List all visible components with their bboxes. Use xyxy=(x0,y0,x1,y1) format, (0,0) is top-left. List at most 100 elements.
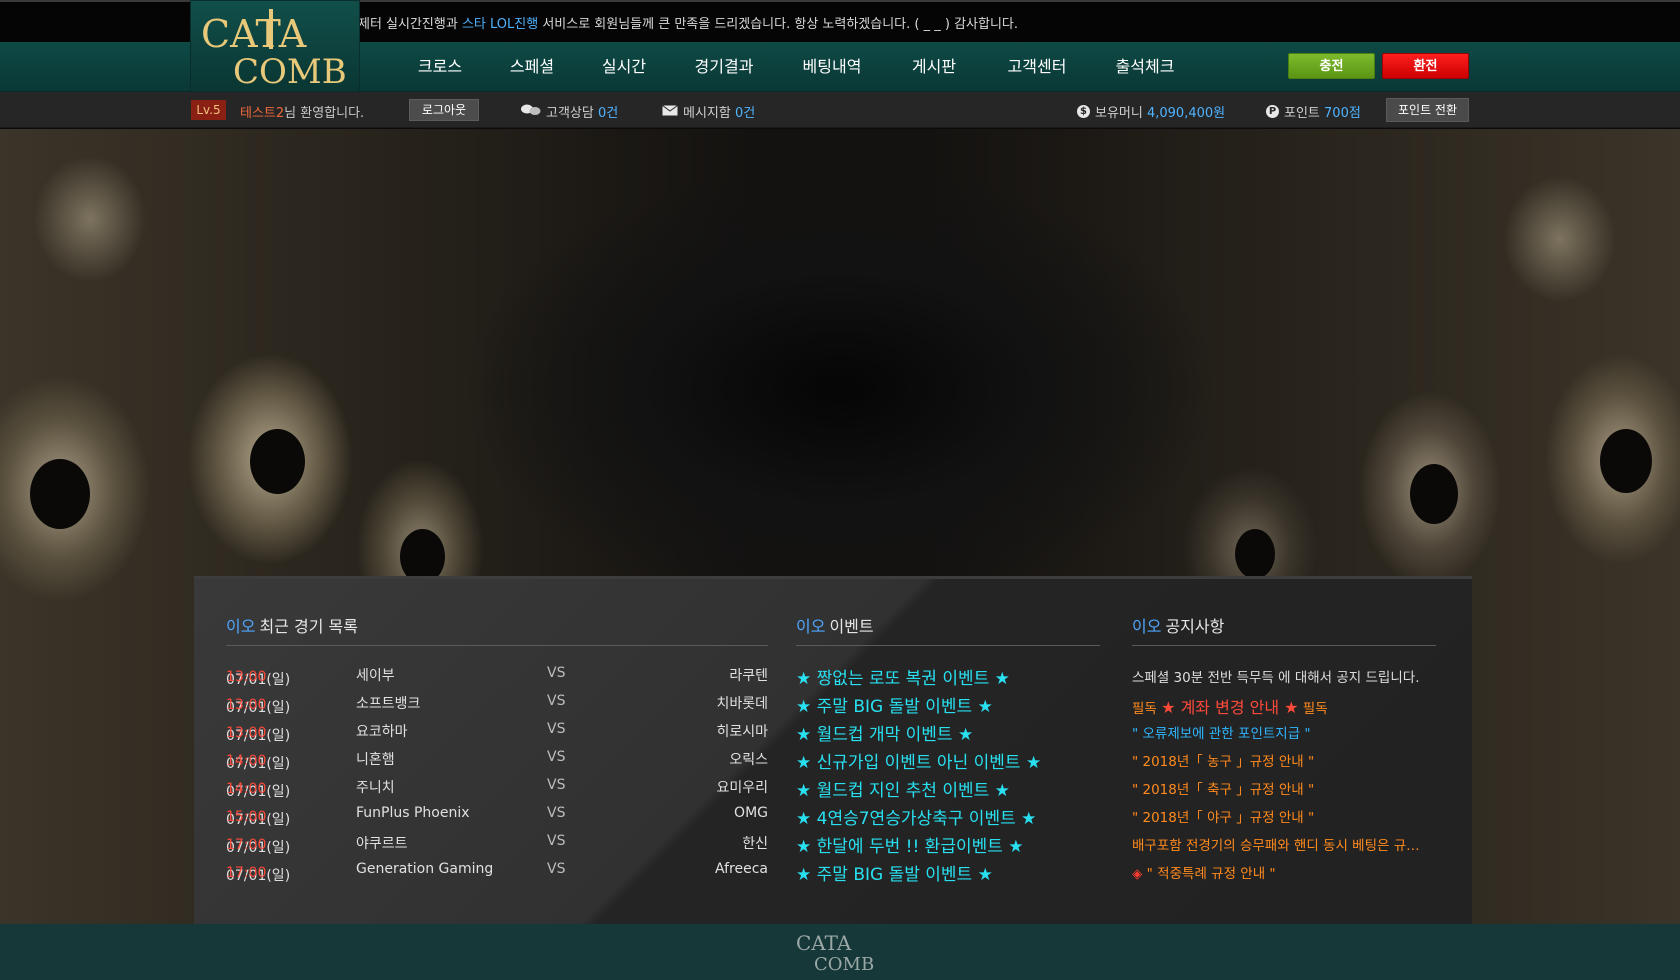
events-title-prefix: 이오 xyxy=(796,617,826,636)
nav-attendance[interactable]: 출석체크 xyxy=(1092,42,1198,92)
events-title: 이오 이벤트 xyxy=(796,613,1100,646)
greeting-text: 님 환영합니다. xyxy=(284,106,365,121)
nav-results[interactable]: 경기결과 xyxy=(670,42,778,92)
game-away-team: 한신 xyxy=(742,836,768,852)
game-vs: VS xyxy=(547,721,566,737)
games-title-prefix: 이오 xyxy=(226,617,256,636)
event-item[interactable]: ★ 월드컵 개막 이벤트 ★ xyxy=(796,717,1096,745)
notice-item[interactable]: " 2018년「 야구 」규정 안내 " xyxy=(1132,801,1432,829)
game-time: 17:00 xyxy=(226,865,267,881)
game-row[interactable]: 07/01(일) 13:00 요코하마 VS 히로시마 xyxy=(226,717,768,745)
point-coin-icon: P xyxy=(1266,105,1279,118)
game-vs: VS xyxy=(547,777,566,793)
game-away-team: 요미우리 xyxy=(716,780,768,796)
nav-bet-history[interactable]: 베팅내역 xyxy=(778,42,886,92)
notice-text: " 적중특례 규정 안내 " xyxy=(1142,866,1276,882)
game-time: 15:00 xyxy=(226,809,267,825)
game-row[interactable]: 07/01(일) 14:00 니혼햄 VS 오릭스 xyxy=(226,745,768,773)
game-vs: VS xyxy=(547,833,566,849)
footer-logo-line1: CATA xyxy=(796,931,852,955)
user-info-bar: Lv.5 테스트2님 환영합니다. 로그아웃 고객상담 0건 메시지함 0건 $… xyxy=(0,92,1680,128)
notices-title: 이오 공지사항 xyxy=(1132,613,1436,646)
game-row[interactable]: 07/01(일) 15:00 FunPlus Phoenix VS OMG xyxy=(226,801,768,829)
marquee-text-2: 서비스로 회원님들께 큰 만족을 드리겠습니다. 항상 노력하겠습니다. ( _… xyxy=(538,17,1018,32)
customer-consult-link[interactable]: 고객상담 0건 xyxy=(521,102,618,121)
message-label: 메시지함 xyxy=(683,106,731,121)
user-name: 테스트2 xyxy=(240,106,285,121)
game-row[interactable]: 07/01(일) 14:00 주니치 VS 요미우리 xyxy=(226,773,768,801)
diamond-icon: ◈ xyxy=(1132,866,1143,882)
charge-button[interactable]: 충전 xyxy=(1288,53,1375,79)
game-row[interactable]: 07/01(일) 13:00 세이부 VS 라쿠텐 xyxy=(226,661,768,689)
nav-live[interactable]: 실시간 xyxy=(578,42,670,92)
notice-must-read-tag: 필독 xyxy=(1302,701,1328,717)
notice-item[interactable]: " 2018년「 축구 」규정 안내 " xyxy=(1132,773,1432,801)
game-away-team: 라쿠텐 xyxy=(729,668,768,684)
event-item[interactable]: ★ 월드컵 지인 추천 이벤트 ★ xyxy=(796,773,1096,801)
game-time: 14:00 xyxy=(226,781,267,797)
money-display: $ 보유머니 4,090,400원 xyxy=(1077,102,1225,121)
marquee-notice: 제터 실시간진행과 스타 LOL진행 서비스로 회원님들께 큰 만족을 드리겠습… xyxy=(358,13,1018,32)
game-vs: VS xyxy=(547,861,566,877)
game-time: 14:00 xyxy=(226,753,267,769)
logo-text-line2: COMB xyxy=(233,52,347,89)
notice-item[interactable]: 배구포함 전경기의 승무패와 핸디 동시 베팅은 규… xyxy=(1132,829,1432,857)
event-item[interactable]: ★ 짱없는 로또 복권 이벤트 ★ xyxy=(796,661,1096,689)
event-item[interactable]: ★ 한달에 두번 !! 환급이벤트 ★ xyxy=(796,829,1096,857)
site-logo[interactable]: CATA COMB xyxy=(190,0,360,92)
footer-logo: CATA COMB xyxy=(796,931,874,974)
logout-button[interactable]: 로그아웃 xyxy=(409,99,479,121)
game-away-team: 히로시마 xyxy=(716,724,768,740)
envelope-icon xyxy=(662,104,678,119)
point-value: 700점 xyxy=(1324,106,1361,121)
notice-item[interactable]: 스페셜 30분 전반 득무득 에 대해서 공지 드립니다. xyxy=(1132,661,1432,689)
games-title-text: 최근 경기 목록 xyxy=(259,617,358,636)
notice-item[interactable]: ◈ " 적중특례 규정 안내 " xyxy=(1132,857,1432,885)
skull-eye-socket xyxy=(1600,429,1652,493)
message-box-link[interactable]: 메시지함 0건 xyxy=(662,102,755,121)
logo-text-line1: CATA xyxy=(201,12,307,56)
event-item[interactable]: ★ 신규가입 이벤트 아닌 이벤트 ★ xyxy=(796,745,1096,773)
consult-label: 고객상담 xyxy=(546,106,594,121)
game-home-team: 주니치 xyxy=(356,780,395,796)
point-convert-button[interactable]: 포인트 전환 xyxy=(1386,98,1469,122)
welcome-text: 테스트2님 환영합니다. xyxy=(240,102,364,121)
event-item[interactable]: ★ 주말 BIG 돌발 이벤트 ★ xyxy=(796,689,1096,717)
notices-title-prefix: 이오 xyxy=(1132,617,1162,636)
game-away-team: 치바롯데 xyxy=(716,696,768,712)
notice-item-pinned[interactable]: 필독 ★ 계좌 변경 안내 ★ 필독 xyxy=(1132,689,1432,717)
catacomb-logo-mark: CATA COMB xyxy=(201,9,347,89)
money-value: 4,090,400원 xyxy=(1146,106,1226,121)
event-item[interactable]: ★ 주말 BIG 돌발 이벤트 ★ xyxy=(796,857,1096,885)
dollar-coin-icon: $ xyxy=(1077,105,1090,118)
game-home-team: 요코하마 xyxy=(356,724,408,740)
game-home-team: FunPlus Phoenix xyxy=(356,805,470,821)
notices-list: 스페셜 30분 전반 득무득 에 대해서 공지 드립니다. 필독 ★ 계좌 변경… xyxy=(1132,661,1432,885)
nav-board[interactable]: 게시판 xyxy=(886,42,982,92)
game-vs: VS xyxy=(547,749,566,765)
marquee-highlight: 스타 LOL진행 xyxy=(461,17,539,32)
game-time: 13:00 xyxy=(226,725,267,741)
game-row[interactable]: 07/01(일) 17:00 야쿠르트 VS 한신 xyxy=(226,829,768,857)
game-row[interactable]: 07/01(일) 13:00 소프트뱅크 VS 치바롯데 xyxy=(226,689,768,717)
point-label: 포인트 xyxy=(1284,106,1320,121)
game-time: 13:00 xyxy=(226,697,267,713)
message-count: 0건 xyxy=(734,106,756,121)
nav-special[interactable]: 스페셜 xyxy=(486,42,578,92)
game-vs: VS xyxy=(547,693,566,709)
game-row[interactable]: 07/01(일) 17:00 Generation Gaming VS Afreeca xyxy=(226,857,768,885)
nav-cross[interactable]: 크로스 xyxy=(394,42,486,92)
notice-item[interactable]: " 오류제보에 관한 포인트지급 " xyxy=(1132,717,1432,745)
game-vs: VS xyxy=(547,805,566,821)
point-display: P 포인트 700점 xyxy=(1266,102,1361,121)
game-home-team: 니혼햄 xyxy=(356,752,395,768)
content-panel: 이오 최근 경기 목록 07/01(일) 13:00 세이부 VS 라쿠텐 07/01(… xyxy=(194,576,1472,924)
exchange-button[interactable]: 환전 xyxy=(1382,53,1469,79)
notice-item[interactable]: " 2018년「 농구 」규정 안내 " xyxy=(1132,745,1432,773)
event-item[interactable]: ★ 4연승7연승가상축구 이벤트 ★ xyxy=(796,801,1096,829)
nav-support[interactable]: 고객센터 xyxy=(982,42,1092,92)
skull-eye-socket xyxy=(1235,529,1275,579)
game-time: 13:00 xyxy=(226,669,267,685)
game-home-team: 소프트뱅크 xyxy=(356,696,421,712)
recent-games-title: 이오 최근 경기 목록 xyxy=(226,613,768,646)
